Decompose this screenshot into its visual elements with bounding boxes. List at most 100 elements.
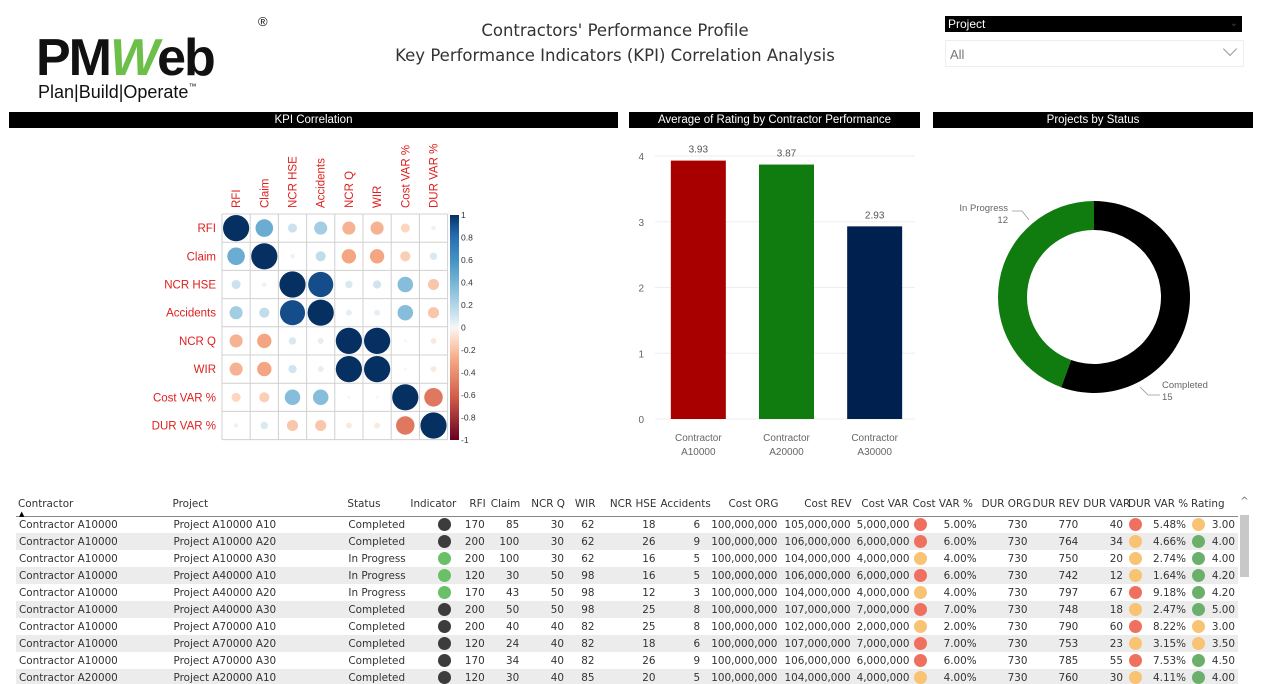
project-slicer-header[interactable]: Project ⌄: [945, 16, 1242, 32]
table-row[interactable]: Contractor A10000 Project A70000 A20 Compl…: [16, 635, 1238, 652]
correlation-cell: [403, 339, 407, 343]
rating-flag-icon: [1192, 552, 1206, 565]
column-header[interactable]: DUR REV: [1030, 492, 1082, 517]
table-row[interactable]: Contractor A10000 Project A40000 A30 Compl…: [16, 601, 1238, 618]
ncrhse-cell: 18: [597, 635, 659, 652]
rfi-cell: 200: [457, 601, 488, 618]
column-header[interactable]: NCR Q: [522, 492, 567, 517]
accidents-cell: 8: [658, 601, 704, 618]
dur-var-cell: 12: [1081, 567, 1127, 584]
variance-flag-icon: [1129, 637, 1143, 650]
ncrq-cell: 30: [522, 533, 567, 550]
correlation-cell: [429, 252, 438, 261]
status-cell: In Progress: [348, 552, 406, 565]
logo-w: W: [110, 29, 159, 87]
correlation-cell: [427, 307, 440, 319]
dur-var-pct-cell: 1.64%: [1126, 567, 1190, 584]
column-header[interactable]: Status: [345, 492, 409, 517]
dur-var-pct-cell: 4.11%: [1126, 669, 1190, 684]
chevron-down-icon[interactable]: ⌄: [1230, 16, 1238, 32]
project-cell: Project A10000 A20: [170, 533, 346, 550]
table-row[interactable]: Contractor A10000 Project A40000 A10 In Pr…: [16, 567, 1238, 584]
status-indicator-cell: [408, 635, 458, 652]
dur-org-cell: 730: [1007, 552, 1028, 565]
column-header[interactable]: Cost ORG: [703, 492, 781, 517]
table-row[interactable]: Contractor A10000 Project A70000 A10 Compl…: [16, 618, 1238, 635]
column-header[interactable]: Contractor ▲: [16, 492, 171, 518]
correlation-cell: [335, 356, 362, 383]
cost-var-pct-cell: 6.00%: [911, 652, 980, 669]
ncrhse-cell: 25: [597, 601, 659, 618]
dur-org-cell: 730: [979, 601, 1031, 618]
correlation-cell: [227, 247, 245, 266]
cost-var-pct-cell: 4.00%: [911, 550, 980, 567]
chevron-down-icon[interactable]: [1222, 41, 1238, 57]
table-row[interactable]: Contractor A10000 Project A70000 A30 Compl…: [16, 652, 1238, 669]
scroll-thumb[interactable]: [1240, 515, 1249, 577]
column-header[interactable]: DUR VAR: [1081, 492, 1130, 517]
project-cell: Project A40000 A10: [170, 567, 346, 584]
column-header[interactable]: Cost REV: [780, 492, 854, 517]
project-slicer-label: Project: [948, 17, 986, 31]
table-row[interactable]: Contractor A10000 Project A10000 A30 In Pr…: [16, 550, 1238, 567]
avg-rating-chart: 0 1 2 3 4 3.93 Contractor A10000 3.87 Contractor A…: [638, 145, 915, 458]
table-row[interactable]: Contractor A10000 Project A40000 A20 In Pr…: [16, 584, 1238, 601]
dur-var-pct-cell: 2.47%: [1126, 601, 1190, 618]
table-row[interactable]: Contractor A10000 Project A10000 A20 Compl…: [16, 533, 1238, 550]
correlation-cell: [286, 419, 299, 432]
ncrq-cell: 30: [550, 552, 564, 565]
colorbar: [450, 215, 459, 440]
dur-rev-cell: 760: [1030, 669, 1082, 684]
column-header[interactable]: Indicator: [408, 492, 458, 517]
rating-value: 4.50: [1211, 654, 1235, 667]
cost-org-cell: 100,000,000: [711, 620, 778, 633]
table-row[interactable]: Contractor A10000 Project A10000 A10 Compl…: [16, 516, 1238, 533]
correlation-cell: [279, 300, 306, 326]
column-label: NCR HSE: [288, 156, 300, 208]
column-header[interactable]: NCR HSE: [597, 492, 659, 517]
contractor-performance-table[interactable]: Contractor ▲ Project Status Indicator RFI Clai…: [16, 492, 1248, 684]
contractor-cell: Contractor A20000: [16, 669, 171, 684]
cost-rev-cell: 104,000,000: [784, 552, 851, 565]
column-header[interactable]: Cost VAR: [853, 492, 911, 517]
contractor-cell: Contractor A10000: [16, 601, 171, 618]
claim-cell: 30: [487, 567, 523, 584]
bar[interactable]: [670, 160, 726, 420]
column-header[interactable]: WIR: [566, 492, 598, 517]
column-header[interactable]: Cost VAR %: [910, 492, 980, 517]
cost-var-pct-cell: 5.00%: [911, 516, 980, 533]
colorbar-tick-label: 0.6: [461, 255, 473, 265]
column-label: DUR VAR %: [429, 144, 441, 208]
correlation-cell: [372, 280, 382, 289]
table-scrollbar[interactable]: ^: [1240, 493, 1249, 684]
wir-cell: 85: [566, 669, 598, 684]
project-slicer-dropdown[interactable]: All: [945, 40, 1244, 67]
status-indicator-icon: [438, 569, 452, 582]
correlation-cell: [233, 423, 239, 428]
contractor-cell: Contractor A10000: [16, 635, 171, 652]
rating-cell: 4.50: [1189, 652, 1238, 669]
row-label: Cost VAR %: [153, 392, 216, 404]
column-header[interactable]: Accidents: [658, 492, 711, 517]
correlation-cell: [260, 421, 269, 430]
sort-ascending-icon[interactable]: ▲: [19, 510, 24, 518]
bar[interactable]: [759, 164, 814, 419]
table-row[interactable]: Contractor A20000 Project A20000 A10 Compl…: [16, 669, 1238, 684]
scroll-up-icon[interactable]: ^: [1240, 493, 1249, 511]
column-header[interactable]: RFI: [457, 492, 488, 517]
status-indicator-icon: [438, 654, 452, 667]
column-header[interactable]: DUR ORG: [979, 492, 1031, 517]
column-header[interactable]: Project: [170, 492, 346, 517]
claim-cell: 100: [487, 533, 523, 550]
variance-flag-icon: [913, 535, 927, 548]
status-indicator-cell: [408, 516, 457, 533]
dur-var-cell: 23: [1081, 635, 1127, 652]
column-header[interactable]: DUR VAR %: [1126, 492, 1190, 517]
donut-slice[interactable]: [997, 201, 1094, 388]
column-header[interactable]: Rating: [1189, 492, 1238, 517]
bar[interactable]: [847, 226, 903, 419]
column-header[interactable]: Claim: [487, 492, 523, 517]
cost-org-cell: 100,000,000: [703, 601, 781, 618]
status-indicator-icon: [438, 620, 452, 633]
ncrq-cell: 50: [522, 601, 567, 618]
